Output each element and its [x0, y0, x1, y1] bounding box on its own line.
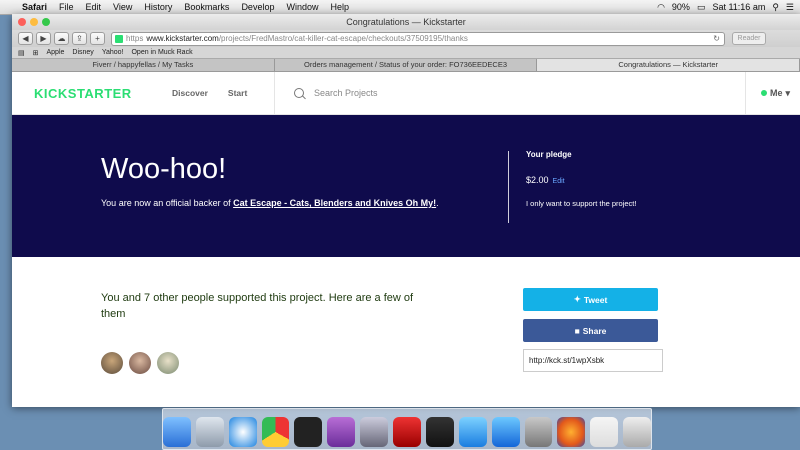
- app-store-icon[interactable]: [491, 417, 520, 447]
- pledge-note: I only want to support the project!: [526, 199, 637, 208]
- menu-bookmarks[interactable]: Bookmarks: [178, 2, 235, 12]
- icloud-tabs-button[interactable]: ☁: [54, 32, 69, 45]
- supporters-text: You and 7 other people supported this pr…: [101, 292, 414, 320]
- nav-discover[interactable]: Discover: [172, 88, 208, 98]
- itunes-icon[interactable]: [458, 417, 487, 447]
- search-placeholder: Search Projects: [314, 88, 378, 98]
- backer-suffix: .: [436, 198, 439, 208]
- menu-window[interactable]: Window: [280, 2, 324, 12]
- nav-start[interactable]: Start: [228, 88, 247, 98]
- bookmark-disney[interactable]: Disney: [72, 49, 93, 56]
- facetime-icon[interactable]: [360, 417, 389, 447]
- bookmark-apple[interactable]: Apple: [47, 49, 65, 56]
- battery-icon[interactable]: ▭: [697, 2, 706, 13]
- kickstarter-logo[interactable]: KICKSTARTER: [34, 86, 172, 101]
- menu-help[interactable]: Help: [324, 2, 355, 12]
- short-url-field[interactable]: http://kck.st/1wpXsbk: [523, 349, 663, 372]
- photo-booth-icon[interactable]: [393, 417, 421, 447]
- share-label: Share: [582, 325, 607, 336]
- wifi-icon[interactable]: ◠: [657, 2, 665, 13]
- tweet-button[interactable]: ✦ Tweet: [523, 288, 658, 311]
- dock: [162, 408, 652, 450]
- user-menu[interactable]: Me ▾: [760, 72, 790, 114]
- page-title: Woo-hoo!: [101, 153, 227, 185]
- backer-prefix: You are now an official backer of: [101, 198, 234, 208]
- preview-icon[interactable]: [590, 417, 619, 447]
- trash-icon[interactable]: [623, 417, 651, 447]
- user-menu-label: Me: [769, 88, 783, 98]
- notification-center-icon[interactable]: ☰: [786, 2, 794, 13]
- kickstarter-header: KICKSTARTER Discover Start Search Projec…: [12, 72, 800, 115]
- nav-divider: [745, 72, 746, 114]
- firefox-icon[interactable]: [557, 417, 586, 447]
- url-scheme: https: [126, 34, 144, 43]
- browser-toolbar: ◀ ▶ ☁ ⇪ + https www.kickstarter.com/proj…: [12, 30, 800, 47]
- menu-safari[interactable]: Safari: [16, 2, 53, 12]
- nav-divider: [274, 72, 275, 114]
- tab-orders[interactable]: Orders management / Status of your order…: [275, 59, 538, 71]
- search-input[interactable]: Search Projects: [294, 72, 378, 114]
- browser-window: Congratulations — Kickstarter ◀ ▶ ☁ ⇪ + …: [12, 14, 800, 407]
- back-button[interactable]: ◀: [18, 32, 33, 45]
- twitter-bird-icon: ✦: [573, 294, 581, 304]
- menu-view[interactable]: View: [107, 2, 138, 12]
- url-domain: www.kickstarter.com: [146, 34, 219, 43]
- tweet-label: Tweet: [583, 294, 608, 305]
- spotlight-icon[interactable]: ⚲: [772, 2, 779, 13]
- battery-percent: 90%: [671, 2, 690, 12]
- bookmark-muck-rack[interactable]: Open in Muck Rack: [131, 49, 192, 56]
- thanks-hero: Woo-hoo! You are now an official backer …: [12, 115, 800, 257]
- share-button[interactable]: ⇪: [72, 32, 87, 45]
- menu-develop[interactable]: Develop: [235, 2, 280, 12]
- tab-kickstarter[interactable]: Congratulations — Kickstarter: [537, 59, 800, 71]
- address-bar[interactable]: https www.kickstarter.com/projects/FredM…: [111, 31, 725, 46]
- pledge-divider: [508, 151, 509, 223]
- bookmarks-book-icon[interactable]: ▤: [18, 49, 25, 57]
- project-link[interactable]: Cat Escape - Cats, Blenders and Knives O…: [233, 198, 436, 208]
- facebook-share-button[interactable]: ■ Share: [523, 319, 658, 342]
- search-icon: [294, 88, 304, 98]
- system-preferences-icon[interactable]: [524, 417, 553, 447]
- tab-fiverr[interactable]: Fiverr / happyfellas / My Tasks: [12, 59, 275, 71]
- finder-icon[interactable]: [163, 417, 191, 447]
- bookmarks-bar: ▤ ⊞ Apple Disney Yahoo! Open in Muck Rac…: [12, 47, 800, 58]
- app-icon[interactable]: [425, 417, 454, 447]
- status-area: ◠ 90% ▭ Sat 11:16 am ⚲ ☰: [657, 2, 800, 13]
- menu-edit[interactable]: Edit: [80, 2, 108, 12]
- menu-bar: Safari File Edit View History Bookmarks …: [0, 0, 800, 15]
- pledge-amount: $2.00: [526, 175, 549, 185]
- menu-file[interactable]: File: [53, 2, 80, 12]
- safari-icon[interactable]: [228, 417, 257, 447]
- chrome-icon[interactable]: [261, 417, 290, 447]
- reload-icon[interactable]: ↻: [713, 34, 724, 43]
- pledge-label: Your pledge: [526, 150, 572, 159]
- menu-history[interactable]: History: [138, 2, 178, 12]
- terminal-icon[interactable]: [294, 417, 323, 447]
- forward-button[interactable]: ▶: [36, 32, 51, 45]
- title-bar: Congratulations — Kickstarter: [12, 14, 800, 30]
- facebook-icon: ■: [574, 325, 580, 336]
- site-favicon-icon: [115, 34, 123, 43]
- launchpad-icon[interactable]: [195, 417, 224, 447]
- edit-pledge-link[interactable]: Edit: [553, 178, 565, 185]
- bookmarks-grid-icon[interactable]: ⊞: [33, 49, 39, 57]
- tab-bar: Fiverr / happyfellas / My Tasks Orders m…: [12, 58, 800, 72]
- new-tab-button[interactable]: +: [90, 32, 105, 45]
- avatar-list: [101, 352, 179, 374]
- supporters-section: You and 7 other people supported this pr…: [12, 257, 800, 407]
- bookmark-yahoo[interactable]: Yahoo!: [102, 49, 124, 56]
- window-title: Congratulations — Kickstarter: [346, 17, 466, 27]
- chevron-down-icon: ▾: [785, 87, 790, 98]
- url-path: /projects/FredMastro/cat-killer-cat-esca…: [218, 34, 468, 43]
- backer-message: You are now an official backer of Cat Es…: [101, 198, 439, 208]
- pledge-amount-row: $2.00 Edit: [526, 175, 565, 185]
- avatar[interactable]: [157, 352, 179, 374]
- online-dot-icon: [760, 90, 767, 96]
- avatar[interactable]: [129, 352, 151, 374]
- avatar[interactable]: [101, 352, 123, 374]
- app-icon[interactable]: [327, 417, 356, 447]
- reader-button[interactable]: Reader: [732, 32, 766, 45]
- clock[interactable]: Sat 11:16 am: [712, 2, 765, 12]
